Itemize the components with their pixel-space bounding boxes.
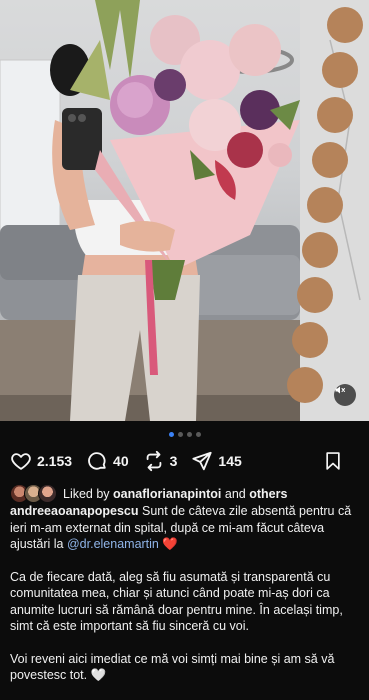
share-button[interactable]: 145 — [191, 450, 242, 472]
caption-text: Voi reveni aici imediat ce mă voi simți … — [10, 651, 335, 683]
red-heart-emoji: ❤️ — [162, 537, 178, 551]
repost-button[interactable]: 3 — [143, 450, 178, 472]
carousel-dot-active — [168, 432, 174, 437]
post-media[interactable] — [0, 0, 369, 421]
liked-by-and: and — [224, 486, 246, 501]
post-caption: andreeaoanapopescu Sunt de câteva zile a… — [10, 503, 360, 700]
liked-by-row: Liked by oanaflorianapintoi and others — [10, 484, 361, 503]
likes-count[interactable]: 2.153 — [37, 453, 72, 469]
repost-icon — [146, 450, 161, 472]
speaker-muted-icon — [335, 386, 345, 394]
shares-count[interactable]: 145 — [218, 453, 241, 469]
caption-paragraph: andreeaoanapopescu Sunt de câteva zile a… — [10, 503, 360, 553]
white-heart-emoji: 🤍 — [90, 668, 107, 682]
reposts-count[interactable]: 3 — [170, 453, 178, 469]
bookmark-icon — [326, 452, 340, 470]
comment-button[interactable]: 40 — [86, 450, 129, 472]
carousel-dot — [177, 432, 183, 437]
liker-avatars[interactable] — [10, 484, 57, 503]
carousel-indicator — [0, 432, 369, 437]
avatar — [38, 484, 57, 503]
post-photo — [0, 0, 369, 421]
liked-by-prefix: Liked by — [63, 486, 110, 501]
mute-button[interactable] — [334, 384, 356, 406]
caption-paragraph: Ca de fiecare dată, aleg să fiu asumată … — [10, 569, 343, 634]
liked-by-user-link[interactable]: oanaflorianapintoi — [113, 487, 221, 501]
send-icon — [192, 451, 213, 471]
like-button[interactable]: 2.153 — [10, 450, 72, 472]
caption-paragraph: Voi reveni aici imediat ce mă voi simți … — [10, 651, 360, 684]
carousel-dot — [186, 432, 192, 437]
comment-icon — [88, 452, 106, 470]
liked-by-others-link[interactable]: others — [249, 487, 287, 501]
heart-icon — [11, 453, 31, 470]
caption-username-link[interactable]: andreeaoanapopescu — [10, 504, 139, 518]
post-actions: 2.153 40 3 145 — [10, 449, 357, 473]
carousel-dot — [195, 432, 201, 437]
comments-count[interactable]: 40 — [113, 453, 129, 469]
mention-link[interactable]: @dr.elenamartin — [67, 537, 159, 551]
save-button[interactable] — [323, 450, 343, 472]
